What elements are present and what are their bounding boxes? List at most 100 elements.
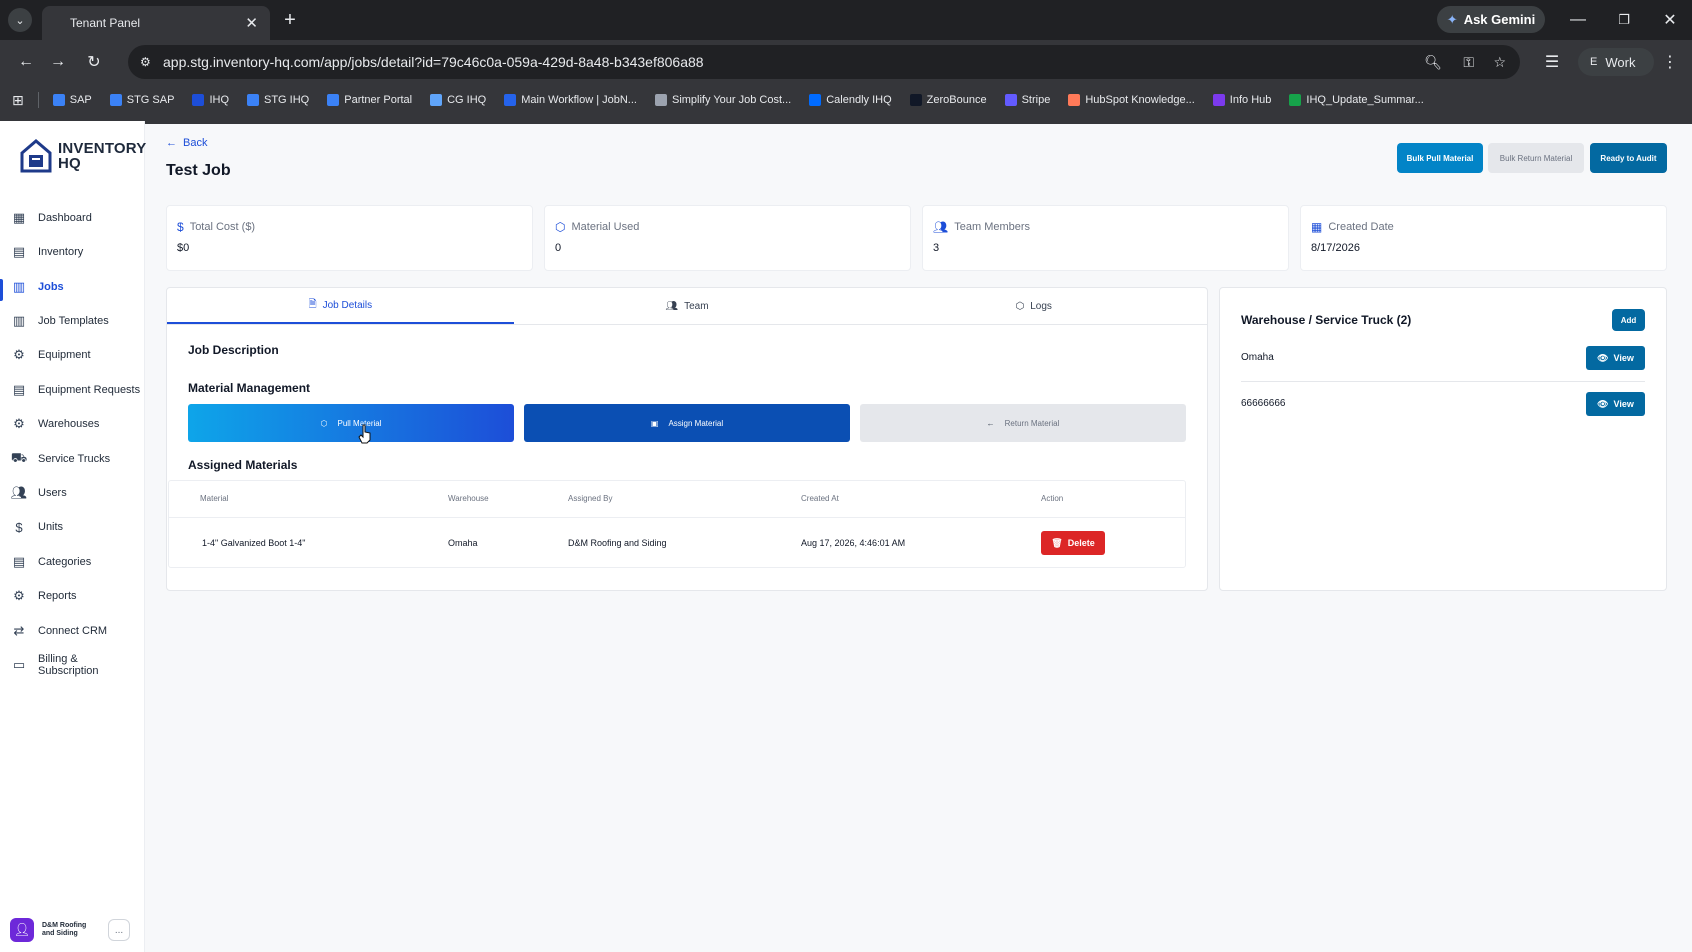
bookmark-favicon-icon xyxy=(430,94,443,106)
warehouse-name: 66666666 xyxy=(1241,398,1286,409)
logo-house-icon xyxy=(20,139,52,173)
team-icon: 👥︎ xyxy=(933,220,949,234)
bookmark-item[interactable]: STG SAP xyxy=(109,94,174,106)
back-nav-icon[interactable]: ← xyxy=(14,50,38,74)
sidebar-item-label: Users xyxy=(38,487,67,499)
column-header-material: Material xyxy=(200,494,229,503)
bookmark-star-icon[interactable]: ☆ xyxy=(1493,54,1506,71)
stat-value: 8/17/2026 xyxy=(1311,242,1360,254)
sidebar-item-label: Jobs xyxy=(38,281,64,293)
bookmark-favicon-icon xyxy=(1004,94,1017,106)
boxes-icon: ▤ xyxy=(12,244,26,259)
billing-icon: ▭ xyxy=(12,657,26,672)
close-window-icon[interactable]: ✕ xyxy=(1658,8,1682,32)
tab-logs[interactable]: ⬡ Logs xyxy=(860,288,1207,324)
tab-team[interactable]: 👥︎ Team xyxy=(514,288,861,324)
sidebar-item-jobs[interactable]: ▥ Jobs xyxy=(0,272,145,302)
sidebar-item-reports[interactable]: ⚙ Reports xyxy=(0,581,145,611)
reading-list-icon[interactable]: ☰ xyxy=(1540,50,1564,74)
return-material-button[interactable]: ← Return Material xyxy=(860,404,1186,442)
address-bar[interactable]: ⚙ app.stg.inventory-hq.com/app/jobs/deta… xyxy=(128,45,1520,79)
bookmark-item[interactable]: Calendly IHQ xyxy=(809,94,892,106)
gemini-sparkle-icon: ✦ xyxy=(1446,11,1458,27)
ask-gemini-button[interactable]: ✦ Ask Gemini xyxy=(1437,6,1545,33)
assign-material-button[interactable]: ▣ Assign Material xyxy=(524,404,850,442)
job-description-heading: Job Description xyxy=(188,343,279,357)
truck-icon: ⛟ xyxy=(10,450,28,465)
sidebar-item-service-trucks[interactable]: ⛟ Service Trucks xyxy=(0,444,145,474)
sidebar-item-connect-crm[interactable]: ⇄ Connect CRM xyxy=(0,616,145,646)
browser-menu-icon[interactable]: ⋮ xyxy=(1660,50,1680,74)
requests-icon: ▤ xyxy=(12,382,26,397)
bookmark-item[interactable]: Stripe xyxy=(1004,94,1050,106)
restore-icon[interactable]: ❐ xyxy=(1612,8,1636,32)
delete-button[interactable]: 🗑︎ Delete xyxy=(1041,531,1105,555)
close-tab-icon[interactable]: ✕ xyxy=(245,14,258,32)
sidebar-item-units[interactable]: $ Units xyxy=(0,512,145,542)
profile-initial: E xyxy=(1590,56,1598,68)
dollar-icon: $ xyxy=(177,220,184,234)
view-warehouse-button[interactable]: 👁︎ View xyxy=(1586,392,1645,416)
bookmark-item[interactable]: Partner Portal xyxy=(327,94,412,106)
bookmark-item[interactable]: ZeroBounce xyxy=(909,94,987,106)
user-footer[interactable]: 👤︎ D&M Roofing and Siding ... xyxy=(10,916,134,944)
jobs-icon: ▥ xyxy=(12,279,26,294)
sidebar-item-inventory[interactable]: ▤ Inventory xyxy=(0,237,145,267)
bulk-pull-material-button[interactable]: Bulk Pull Material xyxy=(1397,143,1483,173)
column-header-action: Action xyxy=(1041,494,1064,503)
back-link[interactable]: ← Back xyxy=(166,137,207,149)
profile-chip[interactable]: E Work xyxy=(1578,48,1654,76)
user-more-button[interactable]: ... xyxy=(108,919,130,941)
bookmark-item[interactable]: IHQ xyxy=(192,94,229,106)
sidebar-item-categories[interactable]: ▤ Categories xyxy=(0,547,145,577)
bookmark-item[interactable]: Simplify Your Job Cost... xyxy=(654,94,791,106)
bookmark-item[interactable]: CG IHQ xyxy=(430,94,486,106)
pull-material-button[interactable]: ⬡ Pull Material xyxy=(188,404,514,442)
box-icon: ⬡ xyxy=(1015,300,1025,312)
browser-tab[interactable]: Tenant Panel ✕ xyxy=(42,6,270,40)
stat-value: 0 xyxy=(555,242,562,254)
new-tab-icon[interactable]: + xyxy=(278,8,302,32)
bookmark-item[interactable]: STG IHQ xyxy=(247,94,309,106)
cell-material: 1-4" Galvanized Boot 1-4" xyxy=(202,538,306,548)
bookmark-item[interactable]: Info Hub xyxy=(1212,94,1271,106)
zoom-icon[interactable]: 🔍︎ xyxy=(1424,54,1442,71)
box-icon: ⬡ xyxy=(320,418,328,428)
assigned-materials-heading: Assigned Materials xyxy=(188,458,298,472)
sidebar-item-billing-subscription[interactable]: ▭ Billing & Subscription xyxy=(0,650,145,680)
tab-search-icon[interactable]: ⌄ xyxy=(8,8,32,32)
sidebar-item-warehouses[interactable]: ⚙ Warehouses xyxy=(0,409,145,439)
apps-grid-icon[interactable]: ⊞ xyxy=(12,92,24,109)
sidebar-item-label: Categories xyxy=(38,556,92,568)
bookmark-item[interactable]: HubSpot Knowledge... xyxy=(1068,94,1195,106)
bulk-return-material-button[interactable]: Bulk Return Material xyxy=(1488,143,1584,173)
bookmark-item[interactable]: SAP xyxy=(52,94,92,106)
stat-card-material-used: ⬡ Material Used 0 xyxy=(544,205,911,271)
bookmark-favicon-icon xyxy=(1212,94,1225,106)
minimize-icon[interactable]: — xyxy=(1566,8,1590,32)
password-key-icon[interactable]: ⚿ xyxy=(1463,54,1474,71)
reload-icon[interactable]: ↻ xyxy=(82,50,106,74)
sidebar-item-job-templates[interactable]: ▥ Job Templates xyxy=(0,306,145,336)
bookmark-favicon-icon xyxy=(192,94,205,106)
sidebar-item-label: Reports xyxy=(38,590,77,602)
sidebar-item-dashboard[interactable]: ▦ Dashboard xyxy=(0,203,145,233)
tab-job-details[interactable]: 🗎︎ Job Details xyxy=(167,288,514,324)
app-logo[interactable]: INVENTORY HQ xyxy=(20,139,146,173)
bookmark-favicon-icon xyxy=(52,94,65,106)
sidebar-item-equipment[interactable]: ⚙ Equipment xyxy=(0,340,145,370)
briefcase-icon: ▣ xyxy=(650,418,659,428)
site-info-icon[interactable]: ⚙ xyxy=(140,55,151,69)
bookmark-item[interactable]: IHQ_Update_Summar... xyxy=(1289,94,1424,106)
warehouse-panel xyxy=(1219,287,1667,591)
forward-nav-icon[interactable]: → xyxy=(46,50,70,74)
view-warehouse-button[interactable]: 👁︎ View xyxy=(1586,346,1645,370)
sidebar-item-users[interactable]: 👥︎ Users xyxy=(0,478,145,508)
hand-pointer-icon xyxy=(358,424,371,444)
ready-to-audit-button[interactable]: Ready to Audit xyxy=(1590,143,1667,173)
sidebar-item-label: Job Templates xyxy=(38,315,109,327)
bookmark-favicon-icon xyxy=(909,94,922,106)
sidebar-item-equipment-requests[interactable]: ▤ Equipment Requests xyxy=(0,375,145,405)
add-warehouse-button[interactable]: Add xyxy=(1612,309,1645,331)
bookmark-item[interactable]: Main Workflow | JobN... xyxy=(504,94,637,106)
